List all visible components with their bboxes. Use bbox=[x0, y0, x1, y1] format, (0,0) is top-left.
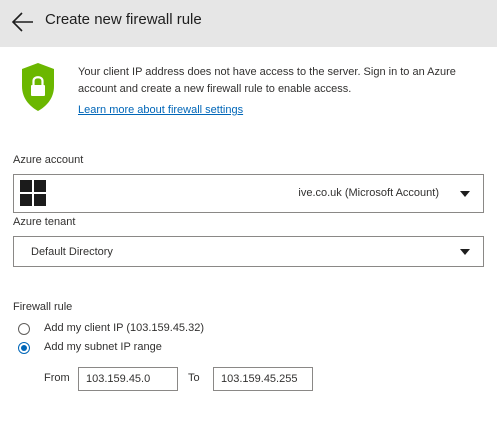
azure-account-label: Azure account bbox=[13, 154, 84, 166]
shield-lock-icon bbox=[20, 62, 56, 112]
microsoft-logo-icon bbox=[20, 180, 46, 206]
chevron-down-icon bbox=[460, 191, 470, 197]
azure-tenant-value: Default Directory bbox=[31, 246, 113, 258]
from-ip-input[interactable] bbox=[78, 367, 178, 391]
access-message: Your client IP address does not have acc… bbox=[78, 66, 456, 95]
chevron-down-icon bbox=[460, 249, 470, 255]
client-ip-option-label: Add my client IP (103.159.45.32) bbox=[44, 322, 205, 334]
azure-tenant-label: Azure tenant bbox=[13, 216, 76, 228]
back-button[interactable] bbox=[10, 9, 36, 35]
to-label: To bbox=[188, 372, 200, 384]
page-title: Create new firewall rule bbox=[45, 11, 202, 28]
subnet-range-option-label: Add my subnet IP range bbox=[44, 341, 162, 353]
azure-account-value: ive.co.uk (Microsoft Account) bbox=[298, 187, 439, 199]
subnet-range-radio[interactable] bbox=[18, 342, 30, 354]
client-ip-radio[interactable] bbox=[18, 323, 30, 335]
learn-more-link[interactable]: Learn more about firewall settings bbox=[78, 104, 243, 116]
azure-tenant-select[interactable]: Default Directory bbox=[13, 236, 484, 267]
from-label: From bbox=[44, 372, 70, 384]
azure-account-select[interactable]: ive.co.uk (Microsoft Account) bbox=[13, 174, 484, 213]
to-ip-input[interactable] bbox=[213, 367, 313, 391]
header-bar: Create new firewall rule bbox=[0, 0, 497, 47]
firewall-rule-label: Firewall rule bbox=[13, 301, 73, 313]
arrow-left-icon bbox=[11, 12, 33, 32]
